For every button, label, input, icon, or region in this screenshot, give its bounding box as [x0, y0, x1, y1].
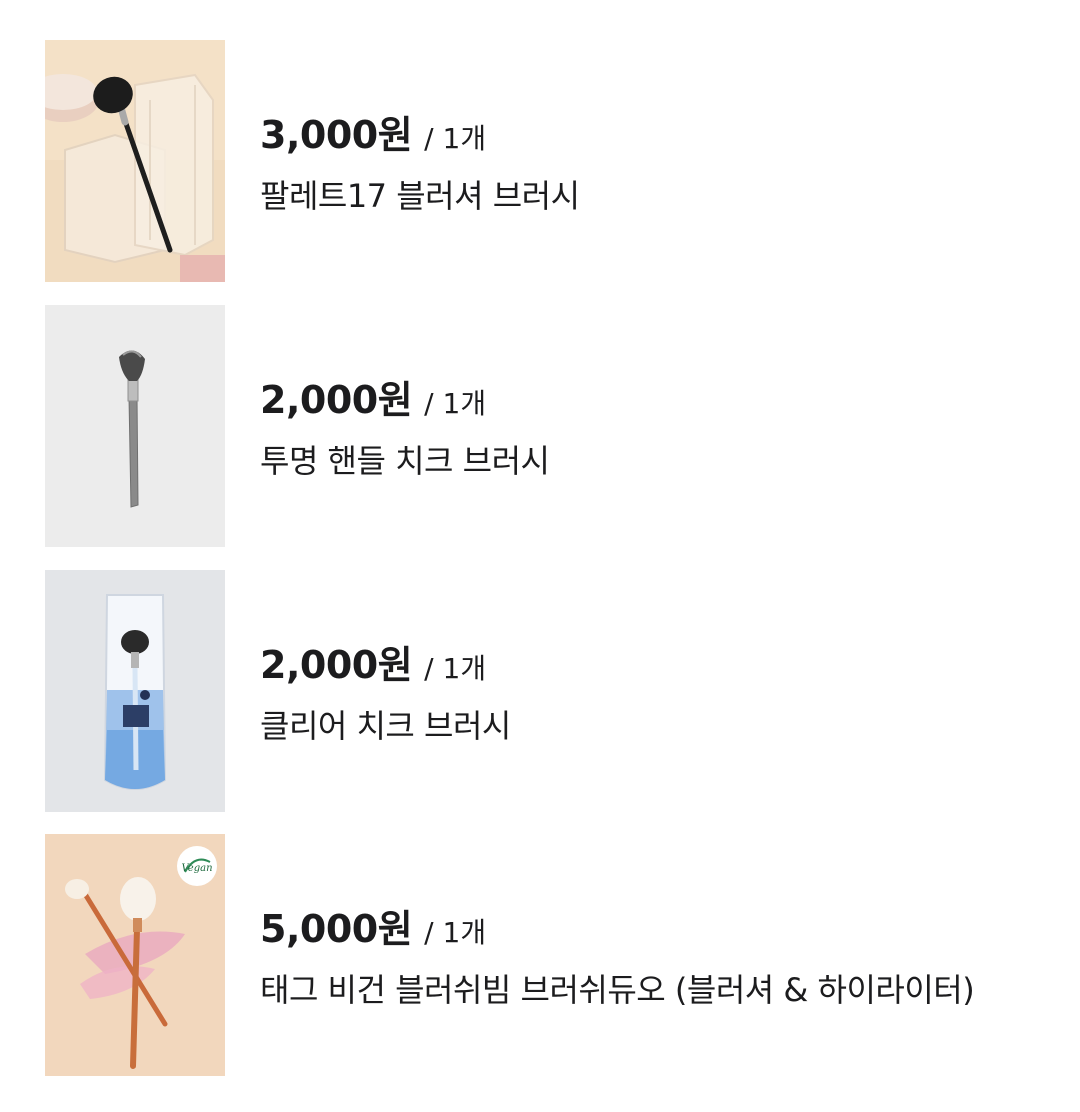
- product-name[interactable]: 클리어 치크 브러시: [260, 703, 980, 749]
- product-unit: / 1개: [424, 121, 487, 155]
- product-name[interactable]: 태그 비건 블러쉬빔 브러쉬듀오 (블러셔 & 하이라이터): [260, 967, 980, 1013]
- product-name[interactable]: 팔레트17 블러셔 브러시: [260, 173, 980, 219]
- product-unit: / 1개: [424, 386, 487, 420]
- product-price: 5,000원: [260, 906, 413, 951]
- blush-brush-in-holder-image: [45, 40, 225, 282]
- product-item[interactable]: 2,000원 / 1개 클리어 치크 브러시: [45, 570, 1035, 812]
- clear-handle-cheek-brush-image: [45, 305, 225, 547]
- product-unit: / 1개: [424, 915, 487, 949]
- svg-text:Vegan: Vegan: [181, 863, 212, 874]
- vegan-brush-duo-image: Vegan: [45, 834, 225, 1076]
- product-info: 2,000원 / 1개 투명 핸들 치크 브러시: [260, 369, 980, 484]
- product-info: 3,000원 / 1개 팔레트17 블러셔 브러시: [260, 104, 980, 219]
- product-price: 3,000원: [260, 112, 413, 157]
- product-image[interactable]: [45, 305, 225, 547]
- product-item[interactable]: 2,000원 / 1개 투명 핸들 치크 브러시: [45, 305, 1035, 547]
- product-image[interactable]: [45, 570, 225, 812]
- product-item[interactable]: 3,000원 / 1개 팔레트17 블러셔 브러시: [45, 40, 1035, 282]
- product-item[interactable]: Vegan 5,000원 / 1개 태그 비건 블러쉬빔 브러쉬듀오 (블러셔 …: [45, 834, 1035, 1076]
- product-price: 2,000원: [260, 377, 413, 422]
- product-image[interactable]: [45, 40, 225, 282]
- product-name[interactable]: 투명 핸들 치크 브러시: [260, 438, 980, 484]
- product-info: 2,000원 / 1개 클리어 치크 브러시: [260, 634, 980, 749]
- product-image[interactable]: Vegan: [45, 834, 225, 1076]
- product-price: 2,000원: [260, 642, 413, 687]
- product-info: 5,000원 / 1개 태그 비건 블러쉬빔 브러쉬듀오 (블러셔 & 하이라이…: [260, 898, 980, 1013]
- product-unit: / 1개: [424, 651, 487, 685]
- clear-cheek-brush-package-image: [45, 570, 225, 812]
